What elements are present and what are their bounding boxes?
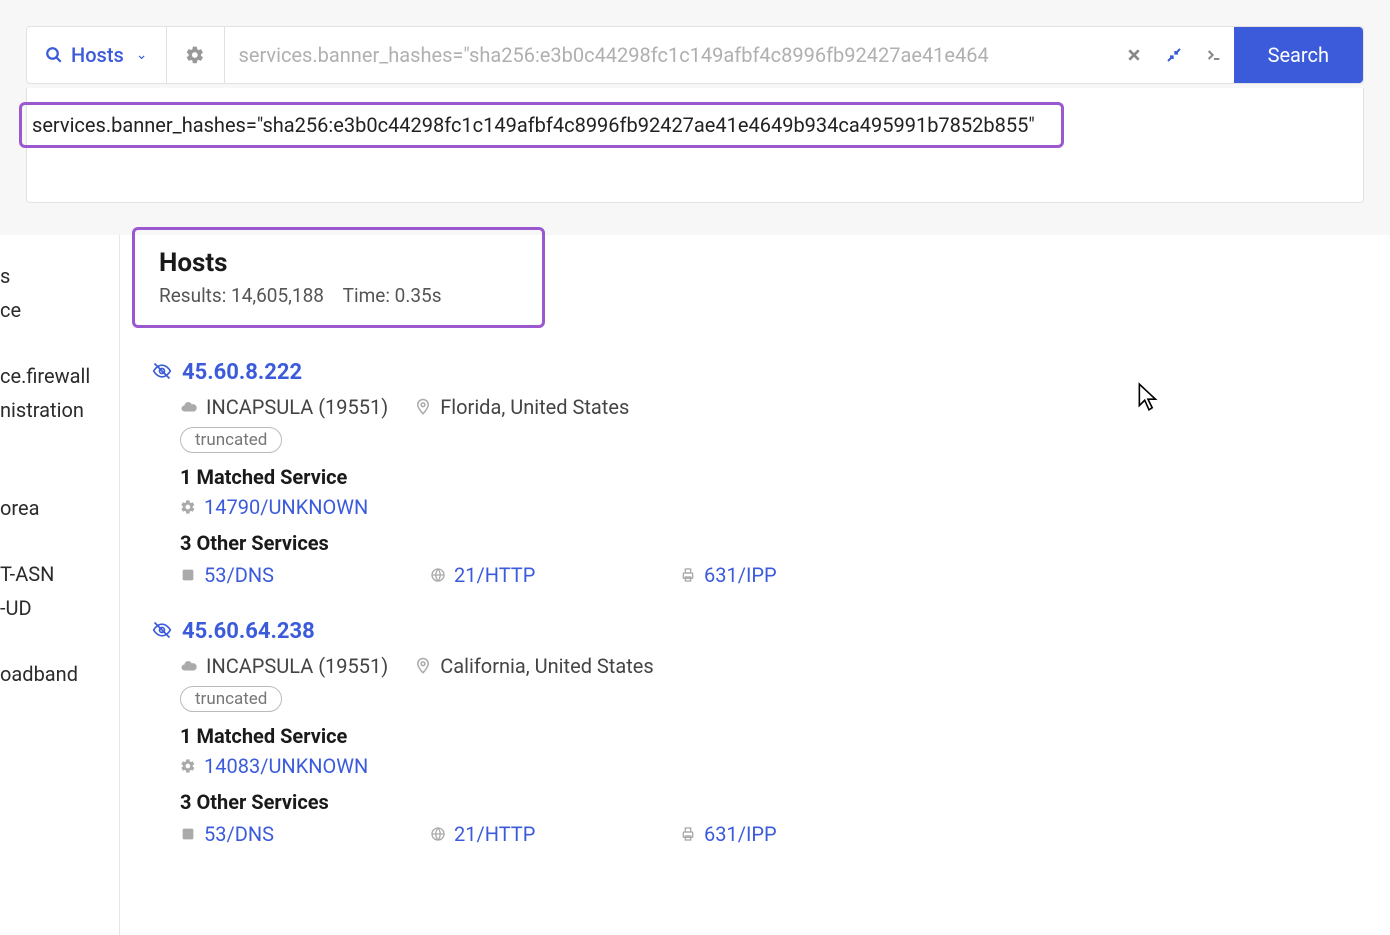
result-ip-link[interactable]: 45.60.8.222 [182, 360, 302, 385]
search-button[interactable]: Search [1234, 27, 1363, 83]
service-link[interactable]: 21/HTTP [430, 822, 680, 846]
collapse-icon [1166, 47, 1182, 63]
search-icon [45, 46, 63, 64]
results-count: Results: 14,605,188 [159, 284, 324, 307]
search-input[interactable]: services.banner_hashes="sha256:e3b0c4429… [225, 27, 1114, 83]
chevron-down-icon: ⌄ [136, 47, 148, 63]
result-item: 45.60.8.222 INCAPSULA (19551) Florida, U… [144, 360, 1390, 587]
results-time: Time: 0.35s [343, 284, 442, 307]
result-tag[interactable]: truncated [180, 686, 282, 712]
service-link[interactable]: 631/IPP [680, 822, 930, 846]
facet-item[interactable]: oadband [0, 657, 119, 691]
query-text[interactable]: services.banner_hashes="sha256:e3b0c4429… [32, 113, 1035, 137]
result-item: 45.60.64.238 INCAPSULA (19551) Californi… [144, 619, 1390, 846]
facet-item[interactable]: nistration [0, 393, 119, 427]
gear-icon [180, 758, 196, 774]
query-expanded: services.banner_hashes="sha256:e3b0c4429… [26, 88, 1364, 203]
pin-icon [414, 398, 432, 416]
terminal-icon [1206, 47, 1222, 63]
visibility-icon [152, 620, 172, 644]
visibility-icon [152, 361, 172, 385]
result-ip-link[interactable]: 45.60.64.238 [182, 619, 315, 644]
facet-item[interactable]: T-ASN [0, 557, 119, 591]
close-icon [1126, 47, 1142, 63]
result-asn[interactable]: INCAPSULA (19551) [180, 395, 388, 419]
results-meta: Results: 14,605,188 Time: 0.35s [159, 284, 442, 307]
facet-item[interactable]: ce.firewall [0, 359, 119, 393]
cloud-icon [180, 657, 198, 675]
gear-icon [180, 499, 196, 515]
other-services-header: 3 Other Services [180, 790, 1390, 814]
globe-icon [430, 826, 446, 842]
service-link[interactable]: 53/DNS [180, 563, 430, 587]
terminal-button[interactable] [1194, 27, 1234, 83]
result-location[interactable]: California, United States [414, 654, 653, 678]
results-panel: Hosts Results: 14,605,188 Time: 0.35s 45… [120, 235, 1390, 935]
main-area: s ce ce.firewall nistration orea T-ASN U… [0, 235, 1390, 935]
facet-item[interactable]: UD- [0, 591, 119, 625]
query-expanded-highlight: services.banner_hashes="sha256:e3b0c4429… [19, 102, 1064, 148]
matched-service-link[interactable]: 14083/UNKNOWN [180, 754, 1390, 778]
service-link[interactable]: 631/IPP [680, 563, 930, 587]
search-bar: Hosts ⌄ services.banner_hashes="sha256:e… [26, 26, 1364, 84]
facet-item[interactable]: s [0, 259, 119, 293]
globe-icon [430, 567, 446, 583]
search-input-text: services.banner_hashes="sha256:e3b0c4429… [239, 43, 1100, 67]
printer-icon [680, 567, 696, 583]
matched-services-header: 1 Matched Service [180, 465, 1390, 489]
service-link[interactable]: 53/DNS [180, 822, 430, 846]
other-services-header: 3 Other Services [180, 531, 1390, 555]
cloud-icon [180, 398, 198, 416]
facet-item[interactable]: orea [0, 491, 119, 525]
search-bar-container: Hosts ⌄ services.banner_hashes="sha256:e… [0, 0, 1390, 203]
facets-sidebar: s ce ce.firewall nistration orea T-ASN U… [0, 235, 120, 935]
matched-services-header: 1 Matched Service [180, 724, 1390, 748]
card-icon [180, 826, 196, 842]
collapse-button[interactable] [1154, 27, 1194, 83]
results-header-highlight: Hosts Results: 14,605,188 Time: 0.35s [132, 227, 545, 328]
pin-icon [414, 657, 432, 675]
matched-service-link[interactable]: 14790/UNKNOWN [180, 495, 1390, 519]
facet-item[interactable]: ce [0, 293, 119, 327]
result-asn[interactable]: INCAPSULA (19551) [180, 654, 388, 678]
result-tag[interactable]: truncated [180, 427, 282, 453]
card-icon [180, 567, 196, 583]
clear-button[interactable] [1114, 27, 1154, 83]
hosts-dropdown-label: Hosts [71, 43, 124, 67]
results-title: Hosts [159, 248, 442, 278]
result-location[interactable]: Florida, United States [414, 395, 629, 419]
hosts-dropdown[interactable]: Hosts ⌄ [27, 27, 167, 83]
settings-button[interactable] [167, 27, 225, 83]
service-link[interactable]: 21/HTTP [430, 563, 680, 587]
gear-icon [185, 45, 205, 65]
printer-icon [680, 826, 696, 842]
